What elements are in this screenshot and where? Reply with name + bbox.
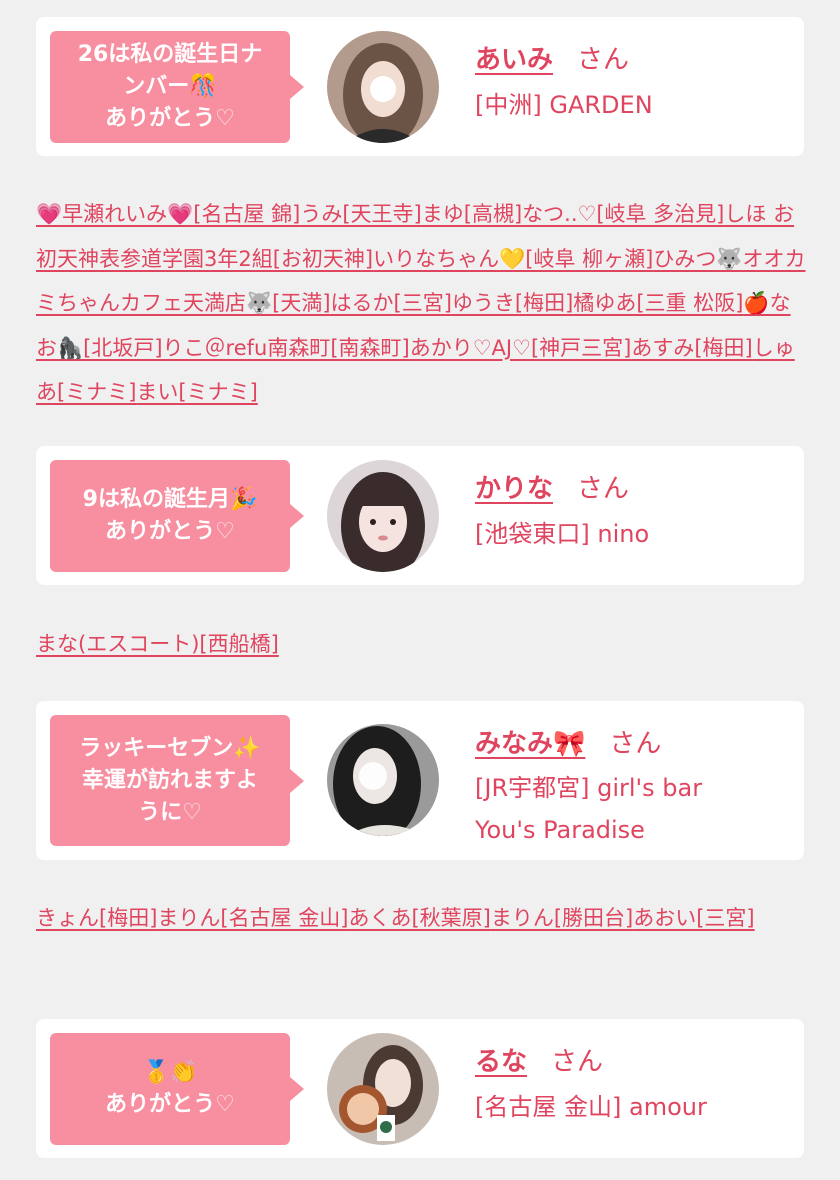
cast-link-list: きょん[梅田]まりん[名古屋 金山]あくあ[秋葉原]まりん[勝田台]あおい[三宮…	[36, 896, 808, 941]
shop-name: [池袋東口] nino	[475, 520, 650, 548]
cast-link[interactable]: あおい[三宮]	[633, 906, 754, 930]
cast-link[interactable]: あかり♡AJ♡[神戸三宮]	[410, 336, 632, 360]
cast-name-link[interactable]: かりな	[475, 472, 553, 506]
cast-name-link[interactable]: みなみ🎀	[475, 727, 585, 761]
dedication-card: 🥇👏 ありがとう♡ るな さん [名古屋 金山] amour	[36, 1019, 804, 1158]
message-line: 🥇👏	[142, 1060, 198, 1085]
cast-link[interactable]: あくあ[秋葉原]	[348, 906, 490, 930]
cast-info: かりな さん [池袋東口] nino	[475, 472, 649, 556]
cast-link[interactable]: 💗早瀬れいみ💗[名古屋 錦]	[36, 202, 300, 226]
message-bubble: 🥇👏 ありがとう♡	[50, 1033, 304, 1145]
message-text: ありがとう	[105, 519, 216, 544]
heart-icon: ♡	[215, 106, 235, 131]
cast-info: みなみ🎀 さん [JR宇都宮] girl's bar You's Paradis…	[475, 727, 702, 851]
shop-name: [中洲] GARDEN	[475, 91, 653, 119]
heart-icon: ♡	[215, 1092, 235, 1117]
avatar[interactable]	[327, 31, 439, 143]
name-row: るな さん	[475, 1045, 707, 1079]
cast-link[interactable]: きょん[梅田]	[36, 906, 157, 930]
cast-info: るな さん [名古屋 金山] amour	[475, 1045, 707, 1129]
dedication-card: 9は私の誕生月🎉 ありがとう♡ かりな さん [池袋東口] nino	[36, 446, 804, 585]
cast-link[interactable]: りこ＠refu南森町[南森町]	[163, 336, 410, 360]
message-bubble: ラッキーセブン✨ 幸運が訪れますよ うに♡	[50, 715, 304, 846]
shop-name: [名古屋 金山] amour	[475, 1093, 707, 1121]
dedication-card: ラッキーセブン✨ 幸運が訪れますよ うに♡ みなみ🎀 さん [JR宇都宮] gi…	[36, 701, 804, 860]
message-line: うに♡	[138, 797, 202, 829]
cast-link[interactable]: 橘ゆあ[三重 松阪]	[573, 291, 743, 315]
message-line: ありがとう♡	[105, 1089, 235, 1121]
cast-link[interactable]: いりなちゃん💛[岐阜 柳ヶ瀬]	[373, 247, 653, 271]
name-row: あいみ さん	[475, 43, 653, 77]
cast-name-link[interactable]: るな	[475, 1045, 527, 1079]
shop-name: [JR宇都宮] girl's bar You's Paradise	[475, 767, 702, 851]
cast-link[interactable]: ゆうき[梅田]	[452, 291, 573, 315]
message-line: ンバー🎊	[123, 74, 217, 99]
honorific: さん	[577, 45, 630, 75]
profile-photo	[327, 31, 439, 143]
shop-name-line: You's Paradise	[475, 816, 645, 844]
honorific: さん	[609, 729, 662, 759]
message-bubble: 9は私の誕生月🎉 ありがとう♡	[50, 460, 304, 572]
cast-link[interactable]: まりん[勝田台]	[491, 906, 633, 930]
cast-link[interactable]: うみ[天王寺]	[300, 202, 421, 226]
message-text: ありがとう	[105, 106, 216, 131]
message-bubble: 26は私の誕生日ナ ンバー🎊 ありがとう♡	[50, 31, 304, 143]
message-text: うに	[138, 799, 183, 825]
cast-link[interactable]: はるか[三宮]	[331, 291, 452, 315]
heart-icon: ♡	[215, 519, 235, 544]
heart-icon: ♡	[182, 799, 202, 825]
cast-link[interactable]: まな(エスコート)[西船橋]	[36, 632, 279, 656]
cast-link-list: 💗早瀬れいみ💗[名古屋 錦]うみ[天王寺]まゆ[高槻]なつ..♡[岐阜 多治見]…	[36, 192, 808, 415]
honorific: さん	[551, 1047, 604, 1077]
name-row: みなみ🎀 さん	[475, 727, 702, 761]
profile-photo	[327, 1033, 439, 1145]
message-line: 9は私の誕生月🎉	[82, 487, 258, 512]
cast-link[interactable]: まゆ[高槻]	[422, 202, 522, 226]
honorific: さん	[577, 474, 630, 504]
profile-photo	[327, 460, 439, 572]
cast-info: あいみ さん [中洲] GARDEN	[475, 43, 653, 127]
name-row: かりな さん	[475, 472, 649, 506]
cast-link[interactable]: あすみ[梅田]	[631, 336, 752, 360]
cast-link[interactable]: まりん[名古屋 金山]	[157, 906, 348, 930]
cast-link-list: まな(エスコート)[西船橋]	[36, 622, 808, 667]
cast-link[interactable]: なつ..♡[岐阜 多治見]	[522, 202, 724, 226]
message-line: 幸運が訪れますよ	[81, 767, 258, 793]
shop-name-line: [JR宇都宮] girl's bar	[475, 774, 703, 802]
dedication-card: 26は私の誕生日ナ ンバー🎊 ありがとう♡ あいみ さん [中洲] GARDEN	[36, 17, 804, 156]
message-line: ラッキーセブン✨	[79, 735, 261, 761]
cast-name-link[interactable]: あいみ	[475, 43, 553, 77]
avatar[interactable]	[327, 724, 439, 836]
message-text: ありがとう	[105, 1092, 216, 1117]
message-line: 26は私の誕生日ナ	[77, 42, 263, 67]
profile-photo	[327, 724, 439, 836]
message-line: ありがとう♡	[105, 103, 235, 135]
cast-link[interactable]: まい[ミナミ]	[136, 380, 257, 404]
message-line: ありがとう♡	[105, 516, 235, 548]
avatar[interactable]	[327, 1033, 439, 1145]
avatar[interactable]	[327, 460, 439, 572]
